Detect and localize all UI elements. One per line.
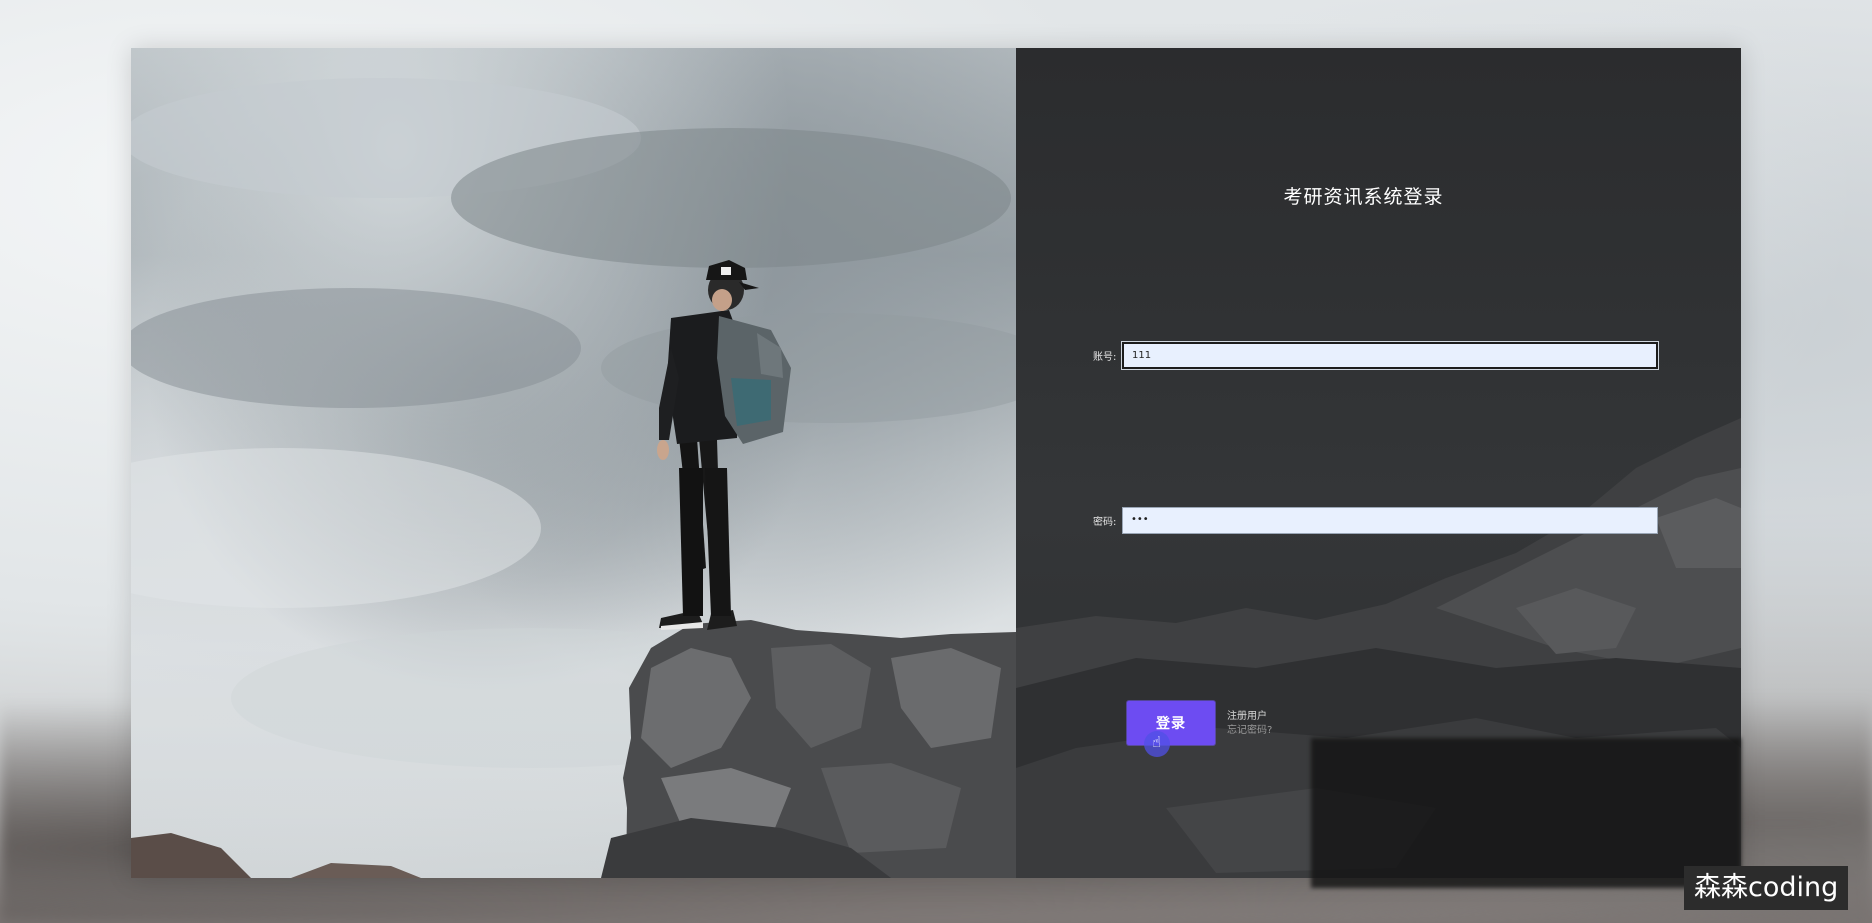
account-row: 账号: 111	[1093, 341, 1659, 370]
login-button[interactable]: 登录	[1127, 701, 1215, 745]
account-input[interactable]: 111	[1121, 341, 1659, 370]
password-label: 密码:	[1093, 517, 1117, 528]
login-title: 考研资讯系统登录	[1283, 186, 1444, 208]
hand-cursor-icon: ☝	[1152, 733, 1162, 751]
register-link[interactable]: 注册用户	[1227, 710, 1272, 724]
account-label: 账号:	[1093, 352, 1117, 363]
password-row: 密码: •••	[1093, 507, 1658, 534]
watermark: 森森coding	[1684, 866, 1849, 910]
auth-links: 注册用户 忘记密码?	[1227, 710, 1272, 738]
password-input[interactable]: •••	[1122, 507, 1658, 534]
hiker-illustration	[131, 78, 1016, 878]
hiker-photo	[131, 48, 1016, 878]
forgot-password-link[interactable]: 忘记密码?	[1227, 724, 1272, 738]
dark-overlay	[1311, 738, 1741, 888]
